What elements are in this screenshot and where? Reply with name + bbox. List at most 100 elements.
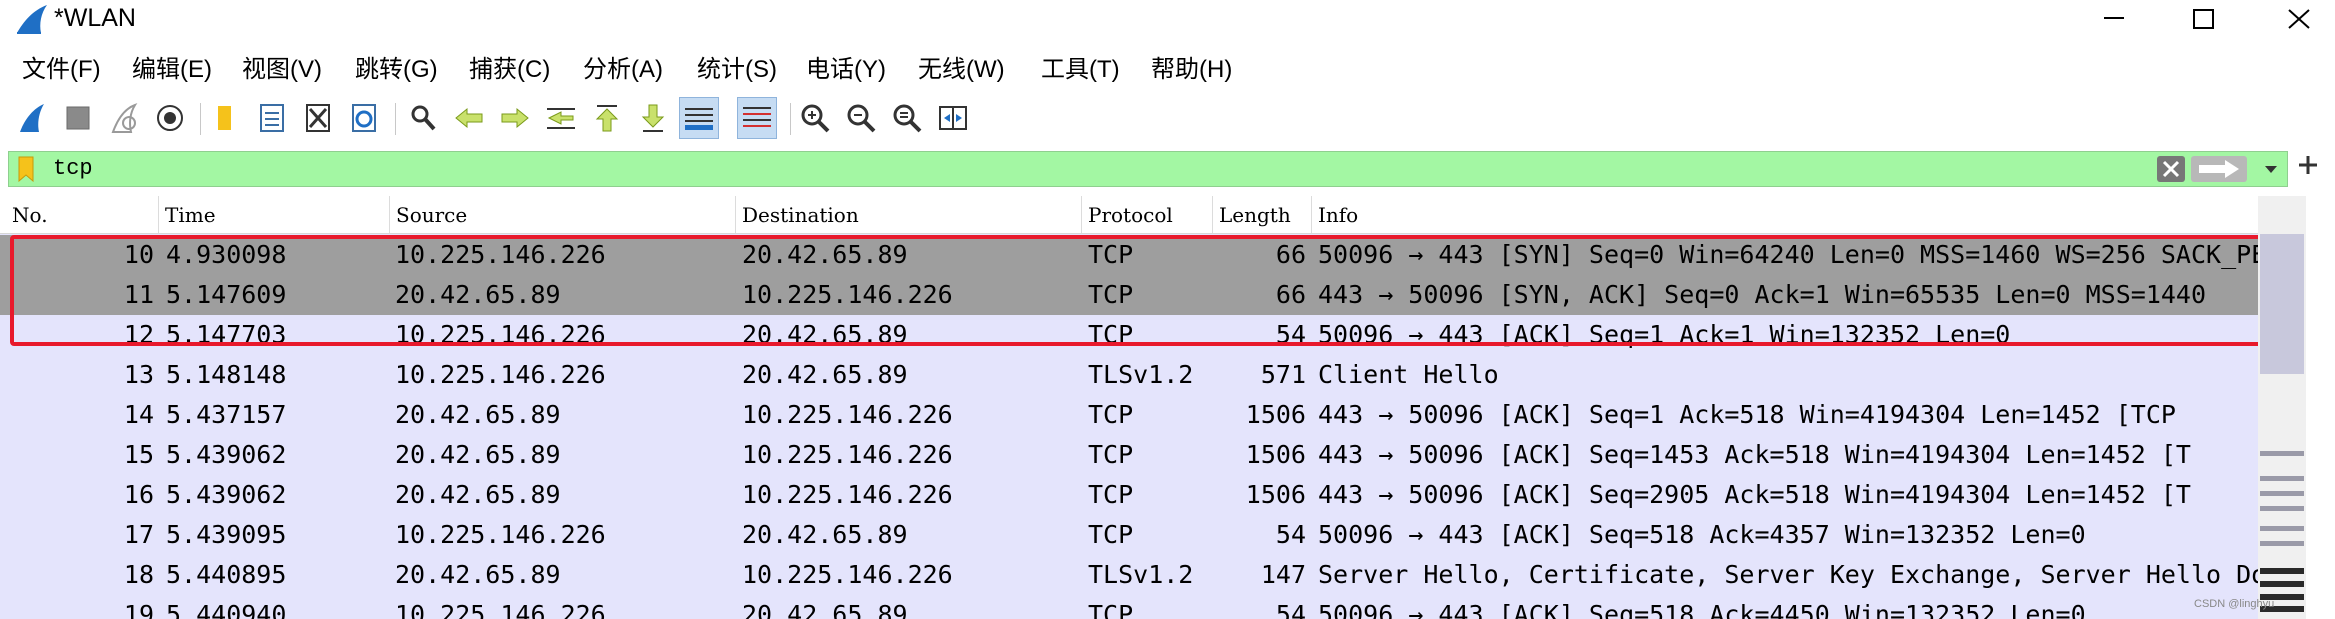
cell-destination: 20.42.65.89 [742, 240, 908, 269]
menu-edit[interactable]: 编辑(E) [132, 50, 212, 90]
autoscroll-icon [685, 108, 713, 130]
close-file-button[interactable] [298, 97, 338, 139]
menu-capture[interactable]: 捕获(C) [469, 50, 550, 90]
go-back-icon [455, 107, 483, 129]
colorize-button[interactable] [737, 97, 777, 139]
close-icon [2288, 9, 2310, 29]
table-row[interactable]: 14 5.437157 20.42.65.89 10.225.146.226 TCP 15… [0, 395, 2258, 435]
cell-protocol: TCP [1088, 520, 1134, 549]
restart-capture-button[interactable] [104, 97, 144, 139]
last-packet-button[interactable] [633, 97, 673, 139]
cell-info: Server Hello, Certificate, Server Key Ex… [1318, 560, 2258, 589]
cell-destination: 20.42.65.89 [742, 360, 908, 389]
save-file-icon [260, 104, 284, 132]
reload-file-icon [352, 104, 376, 132]
first-packet-button[interactable] [587, 97, 627, 139]
menu-go[interactable]: 跳转(G) [355, 50, 438, 90]
column-header-no[interactable]: No. [6, 196, 159, 233]
cell-source: 20.42.65.89 [395, 400, 561, 429]
table-row[interactable]: 16 5.439062 20.42.65.89 10.225.146.226 TCP 15… [0, 475, 2258, 515]
go-forward-button[interactable] [495, 97, 535, 139]
cell-length: 571 [1260, 360, 1306, 389]
capture-options-button[interactable] [150, 97, 190, 139]
minimap-marker [2260, 581, 2304, 587]
cell-no: 12 [123, 320, 154, 349]
find-packet-button[interactable] [403, 97, 443, 139]
column-header-destination[interactable]: Destination [736, 196, 1082, 233]
cell-destination: 20.42.65.89 [742, 320, 908, 349]
table-row[interactable]: 12 5.147703 10.225.146.226 20.42.65.89 TCP 54… [0, 315, 2258, 355]
cell-protocol: TCP [1088, 280, 1134, 309]
column-header-source[interactable]: Source [390, 196, 736, 233]
menu-help[interactable]: 帮助(H) [1151, 50, 1232, 90]
column-header-protocol[interactable]: Protocol [1082, 196, 1213, 233]
table-row[interactable]: 11 5.147609 20.42.65.89 10.225.146.226 TCP 66… [0, 275, 2258, 315]
zoom-in-button[interactable] [795, 97, 835, 139]
normal-size-button[interactable] [887, 97, 927, 139]
table-row[interactable]: 13 5.148148 10.225.146.226 20.42.65.89 TLSv1… [0, 355, 2258, 395]
cell-source: 10.225.146.226 [395, 600, 606, 619]
cell-source: 20.42.65.89 [395, 280, 561, 309]
go-to-packet-button[interactable] [541, 97, 581, 139]
clear-filter-button[interactable] [2157, 156, 2185, 182]
table-row[interactable]: 19 5.440940 10.225.146.226 20.42.65.89 TCP 54… [0, 595, 2258, 619]
table-row[interactable]: 18 5.440895 20.42.65.89 10.225.146.226 TLSv1… [0, 555, 2258, 595]
apply-filter-button[interactable] [2191, 156, 2247, 182]
scrollbar-thumb[interactable] [2260, 234, 2304, 374]
minimize-button[interactable] [2080, 0, 2148, 37]
open-file-button[interactable] [205, 97, 245, 139]
column-header-info[interactable]: Info [1312, 196, 2258, 233]
start-capture-button[interactable] [12, 97, 52, 139]
column-header-time[interactable]: Time [159, 196, 390, 233]
normal-size-icon [893, 104, 922, 133]
cell-destination: 10.225.146.226 [742, 480, 953, 509]
menu-wireless[interactable]: 无线(W) [918, 50, 1005, 90]
resize-columns-button[interactable] [933, 97, 973, 139]
reload-file-button[interactable] [344, 97, 384, 139]
resize-columns-icon [939, 106, 967, 130]
close-window-button[interactable] [2265, 0, 2333, 37]
cell-info: 443 → 50096 [ACK] Seq=1453 Ack=518 Win=4… [1318, 440, 2191, 469]
cell-destination: 10.225.146.226 [742, 560, 953, 589]
display-filter-input[interactable] [49, 152, 2157, 186]
menu-view[interactable]: 视图(V) [242, 50, 322, 90]
table-row[interactable]: 15 5.439062 20.42.65.89 10.225.146.226 TCP 15… [0, 435, 2258, 475]
cell-time: 5.437157 [166, 400, 287, 429]
minimap-marker [2260, 506, 2304, 511]
filter-history-dropdown[interactable] [2257, 156, 2285, 182]
column-header-length[interactable]: Length [1213, 196, 1312, 233]
table-row[interactable]: 17 5.439095 10.225.146.226 20.42.65.89 TCP 54… [0, 515, 2258, 555]
go-back-button[interactable] [449, 97, 489, 139]
maximize-icon [2193, 9, 2214, 29]
menu-file[interactable]: 文件(F) [22, 50, 101, 90]
minimap-marker [2260, 476, 2304, 481]
autoscroll-button[interactable] [679, 97, 719, 139]
save-file-button[interactable] [252, 97, 292, 139]
cell-source: 10.225.146.226 [395, 520, 606, 549]
watermark: CSDN @linghyu [2194, 598, 2275, 610]
cell-length: 147 [1260, 560, 1306, 589]
minimap-marker [2260, 541, 2304, 546]
menu-analyze[interactable]: 分析(A) [583, 50, 663, 90]
stop-capture-button[interactable] [58, 97, 98, 139]
menu-telephony[interactable]: 电话(Y) [806, 50, 886, 90]
open-file-icon [218, 106, 231, 130]
table-row[interactable]: 10 4.930098 10.225.146.226 20.42.65.89 TCP 66… [0, 235, 2258, 275]
menu-tools[interactable]: 工具(T) [1041, 50, 1120, 90]
bookmark-icon[interactable] [17, 156, 35, 182]
cell-length: 1506 [1245, 440, 1306, 469]
zoom-out-button[interactable] [841, 97, 881, 139]
window-edge [2306, 196, 2335, 619]
stop-capture-icon [66, 106, 90, 130]
cell-destination: 10.225.146.226 [742, 440, 953, 469]
display-filter-bar [8, 151, 2288, 187]
toolbar-separator [395, 103, 396, 135]
add-filter-button[interactable] [2290, 151, 2326, 187]
maximize-button[interactable] [2170, 0, 2238, 37]
minimap-marker [2260, 526, 2304, 531]
packet-list-scrollbar[interactable] [2258, 196, 2306, 619]
cell-source: 10.225.146.226 [395, 240, 606, 269]
cell-length: 66 [1275, 240, 1306, 269]
menu-statistics[interactable]: 统计(S) [697, 50, 777, 90]
cell-time: 4.930098 [166, 240, 287, 269]
